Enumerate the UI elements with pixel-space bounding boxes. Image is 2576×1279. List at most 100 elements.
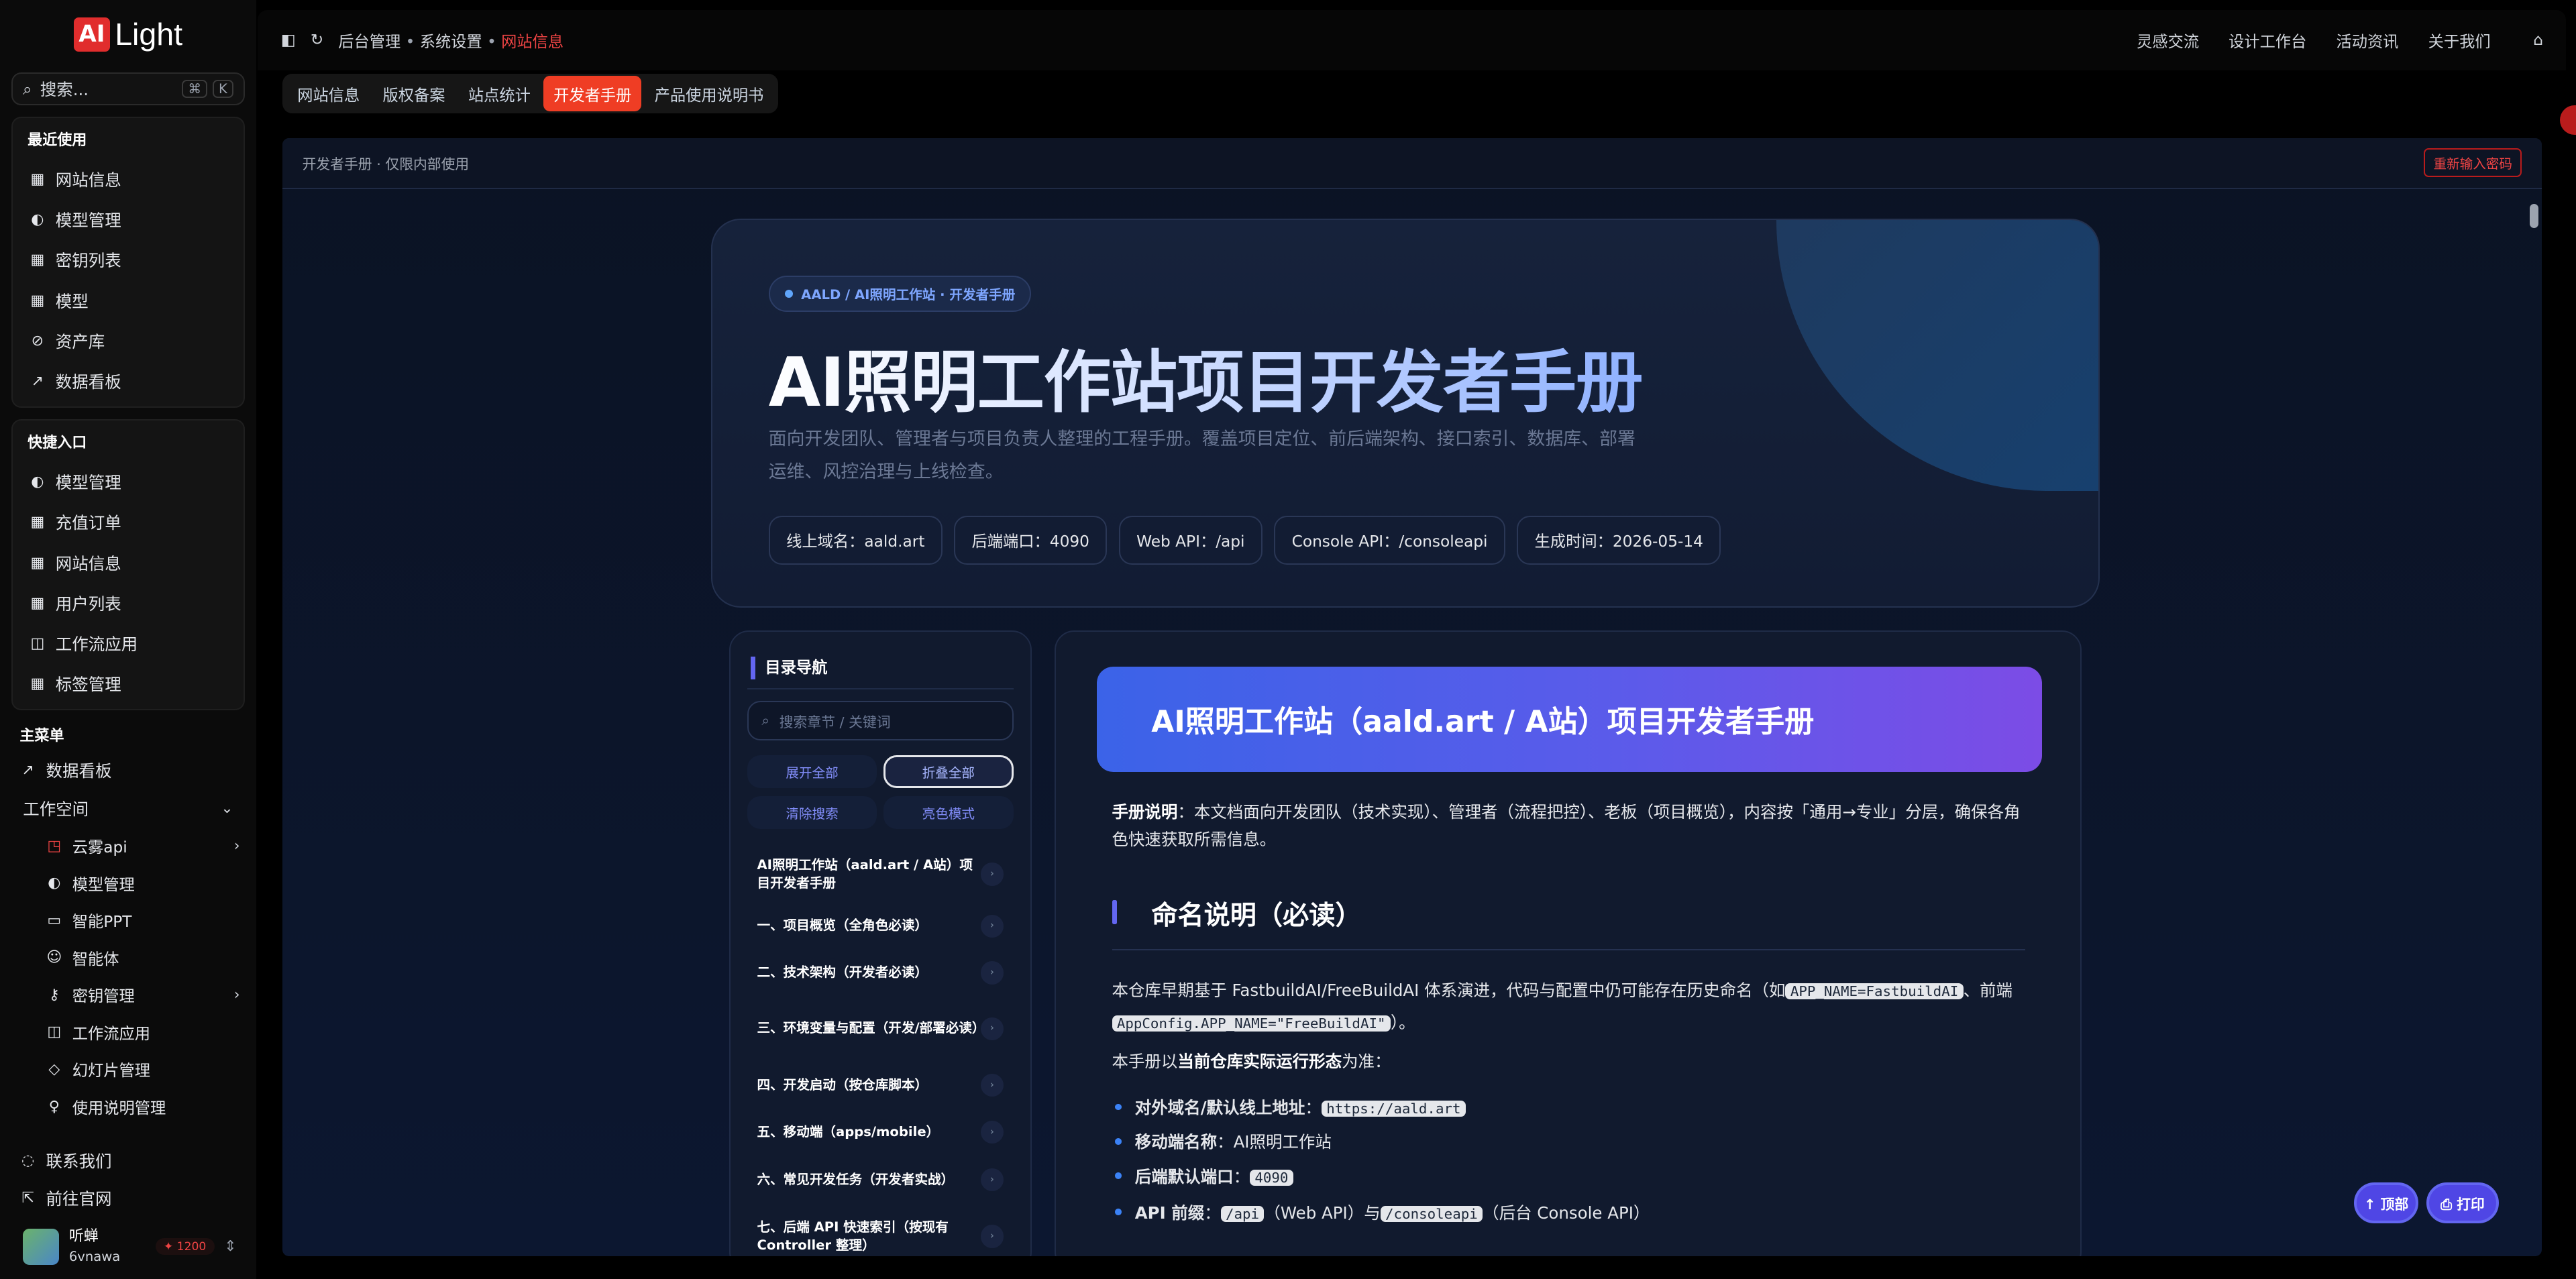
quick-item-workflow[interactable]: ◫ 工作流应用 <box>13 623 244 663</box>
recent-item-model[interactable]: ▦ 模型 <box>13 280 244 321</box>
print-button[interactable]: ⎙ 打印 <box>2426 1182 2499 1224</box>
hero-description: 面向开发团队、管理者与项目负责人整理的工程手册。覆盖项目定位、前后端架构、接口索… <box>768 429 1635 483</box>
global-search[interactable]: ⌕ 搜索... ⌘ K <box>11 72 245 105</box>
nav-label: 智能体 <box>72 950 119 968</box>
light-mode-button[interactable]: 亮色模式 <box>883 796 1014 830</box>
toc-item[interactable]: 五、移动端（apps/mobile） › <box>747 1109 1014 1156</box>
main-menu-title: 主菜单 <box>19 727 64 744</box>
sub-item-yunwu-api[interactable]: ◳ 云雾api › <box>30 827 256 865</box>
toc-item[interactable]: AI照明工作站（aald.art / A站）项目开发者手册 › <box>747 847 1014 901</box>
toc-panel: 目录导航 ⌕ 搜索章节 / 关键词 展开全部 折叠全部 清除搜索 亮色模式 AI照… <box>729 630 1032 1257</box>
toc-item-label: 六、常见开发任务（开发者实战） <box>757 1171 955 1187</box>
recent-item-model-mgmt[interactable]: ◐ 模型管理 <box>13 199 244 239</box>
refresh-icon[interactable]: ↻ <box>311 31 323 49</box>
recent-group: 最近使用 ▦ 网站信息 ◐ 模型管理 ▦ 密钥列表 ▦ 模型 ⊘ 资产库 ↗ 数据看板 <box>11 116 245 408</box>
home-icon[interactable]: ⌂ <box>2533 31 2543 49</box>
top-nav-design[interactable]: 设计工作台 <box>2229 29 2306 52</box>
sub-item-ppt[interactable]: ▭ 智能PPT <box>30 901 256 939</box>
sub-item-agent[interactable]: ☺ 智能体 <box>30 939 256 977</box>
tab-copyright[interactable]: 版权备案 <box>373 76 455 112</box>
chevron-right-icon: › <box>980 1168 1004 1192</box>
recent-item-site-info[interactable]: ▦ 网站信息 <box>13 159 244 199</box>
official-site-link[interactable]: ⇱ 前往官网 <box>0 1179 256 1217</box>
toc-item[interactable]: 一、项目概览（全角色必读） › <box>747 901 1014 950</box>
bullet-dot <box>1115 1103 1122 1111</box>
sub-item-keys[interactable]: ⚷ 密钥管理 › <box>30 977 256 1014</box>
cloud-api-icon: ◳ <box>47 837 62 854</box>
hero-card: AALD / AI照明工作站 · 开发者手册 AI照明工作站项目开发者手册 面向… <box>711 218 2100 608</box>
sub-item-manual[interactable]: ♀ 使用说明管理 <box>30 1088 256 1125</box>
nav-label: 模型管理 <box>55 473 121 493</box>
recent-item-keys[interactable]: ▦ 密钥列表 <box>13 240 244 280</box>
breadcrumb-sep: • <box>487 32 496 51</box>
nav-label: 网站信息 <box>55 170 121 190</box>
app-logo[interactable]: AI Light <box>0 0 256 69</box>
quick-item-site-info[interactable]: ▦ 网站信息 <box>13 543 244 583</box>
nav-label: 用户列表 <box>55 594 121 614</box>
model-icon: ◐ <box>31 211 44 229</box>
nav-label: 工作流应用 <box>55 634 138 655</box>
bullet-mobile: 移动端名称：AI照明工作站 <box>1115 1129 1332 1153</box>
breadcrumb-item[interactable]: 后台管理 <box>338 33 400 51</box>
recent-item-assets[interactable]: ⊘ 资产库 <box>13 321 244 361</box>
toc-item-label: 五、移动端（apps/mobile） <box>757 1123 940 1139</box>
scrollbar-thumb[interactable] <box>2530 203 2538 229</box>
bullet-dot <box>1115 1138 1122 1145</box>
contact-link[interactable]: ◌ 联系我们 <box>0 1142 256 1179</box>
grid-icon: ▦ <box>30 252 45 269</box>
quick-item-tags[interactable]: ▦ 标签管理 <box>13 664 244 704</box>
back-to-top-button[interactable]: ↑ 顶部 <box>2354 1182 2418 1224</box>
doc-intro: 手册说明：本文档面向开发团队（技术实现）、管理者（流程把控）、老板（项目概览），… <box>1112 798 2032 854</box>
bullet-api: API 前缀：/api （Web API）与/consoleapi （后台 Cons… <box>1115 1201 1650 1224</box>
sub-item-workflow[interactable]: ◫ 工作流应用 <box>30 1013 256 1051</box>
inline-code: https://aald.art <box>1321 1101 1466 1117</box>
toc-item[interactable]: 二、技术架构（开发者必读） › <box>747 950 1014 995</box>
nav-label: 网站信息 <box>55 553 121 573</box>
content-header: 开发者手册 · 仅限内部使用 重新输入密码 <box>282 137 2542 189</box>
sub-item-slides[interactable]: ◇ 幻灯片管理 <box>30 1051 256 1089</box>
quick-item-users[interactable]: ▦ 用户列表 <box>13 583 244 623</box>
external-link-icon: ⇱ <box>21 1190 34 1207</box>
expand-all-button[interactable]: 展开全部 <box>747 755 877 789</box>
tab-dev-manual[interactable]: 开发者手册 <box>543 75 642 112</box>
floating-side-badge[interactable] <box>2559 105 2576 135</box>
tab-site-info[interactable]: 网站信息 <box>288 76 370 112</box>
collapse-all-button[interactable]: 折叠全部 <box>883 755 1014 789</box>
sub-item-model-mgmt[interactable]: ◐ 模型管理 <box>30 865 256 902</box>
toc-item[interactable]: 三、环境变量与配置（开发/部署必读） › <box>747 995 1014 1062</box>
clear-search-button[interactable]: 清除搜索 <box>747 796 877 830</box>
grid-icon: ▦ <box>30 292 45 309</box>
text: 本手册以 <box>1112 1051 1178 1071</box>
reenter-password-button[interactable]: 重新输入密码 <box>2424 148 2522 178</box>
toc-item[interactable]: 四、开发启动（按仓库脚本） › <box>747 1062 1014 1109</box>
toc-item[interactable]: 六、常见开发任务（开发者实战） › <box>747 1156 1014 1204</box>
content-frame: 开发者手册 · 仅限内部使用 重新输入密码 AALD / AI照明工作站 · 开… <box>282 137 2542 1257</box>
breadcrumb-item[interactable]: 系统设置 <box>420 33 482 51</box>
quick-item-model-mgmt[interactable]: ◐ 模型管理 <box>13 461 244 502</box>
user-card[interactable]: 听蝉 6vnawa ✦ 1200 ⇕ <box>0 1217 256 1279</box>
scrollbar[interactable] <box>2530 197 2540 1248</box>
chevron-down-icon: ⌄ <box>221 799 233 817</box>
toc-item[interactable]: 七、后端 API 快速索引（按现有 Controller 整理） › <box>747 1204 1014 1257</box>
section-heading: 命名说明（必读） <box>1112 895 2026 951</box>
top-nav-inspiration[interactable]: 灵感交流 <box>2137 29 2199 52</box>
bullet-port: 后端默认端口： 4090 <box>1115 1164 1293 1188</box>
workspace-toggle[interactable]: 工作空间 ⌄ <box>0 789 256 827</box>
sidebar-toggle-icon[interactable]: ◧ <box>281 31 296 49</box>
top-nav-about[interactable]: 关于我们 <box>2428 29 2491 52</box>
tab-stats[interactable]: 站点统计 <box>458 76 540 112</box>
nav-label: 工作空间 <box>23 799 89 819</box>
recent-item-dashboard[interactable]: ↗ 数据看板 <box>13 361 244 401</box>
main-item-dashboard[interactable]: ↗ 数据看板 <box>0 752 256 789</box>
nav-label: 资产库 <box>55 331 105 351</box>
nav-label: 工作流应用 <box>72 1024 150 1043</box>
chip-console-api: Console API：/consoleapi <box>1274 515 1505 565</box>
toc-search-input[interactable]: ⌕ 搜索章节 / 关键词 <box>747 701 1014 740</box>
tab-product-manual[interactable]: 产品使用说明书 <box>645 76 773 112</box>
toc-item-label: 一、项目概览（全角色必读） <box>757 917 928 934</box>
top-nav-events[interactable]: 活动资讯 <box>2337 29 2399 52</box>
chevron-right-icon: › <box>980 1120 1004 1144</box>
quick-item-orders[interactable]: ▦ 充值订单 <box>13 502 244 543</box>
chip-generated: 生成时间：2026-05-14 <box>1517 515 1721 565</box>
breadcrumb: 后台管理 • 系统设置 • 网站信息 <box>338 29 564 52</box>
